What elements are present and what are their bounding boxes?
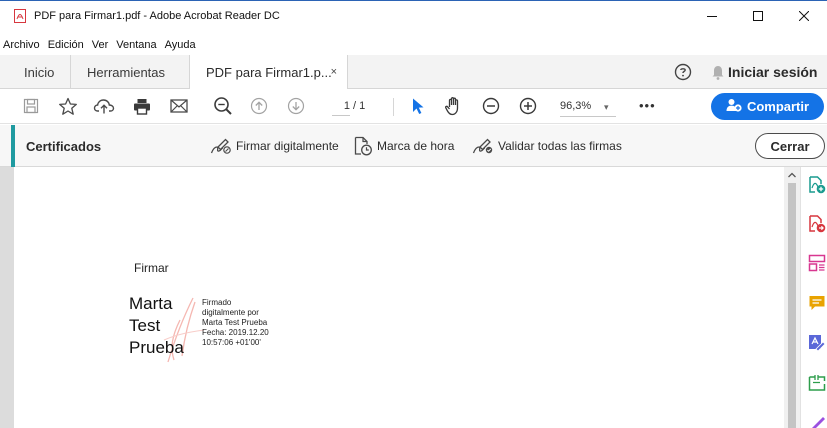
scroll-up-icon[interactable]: [784, 169, 800, 181]
export-pdf-icon[interactable]: [808, 215, 827, 233]
organize-pages-icon[interactable]: [808, 254, 827, 272]
signer-name-line-3: Prueba: [129, 338, 184, 357]
minimize-icon[interactable]: [689, 1, 735, 31]
validate-all-label: Validar todas las firmas: [498, 139, 622, 153]
tab-close-icon[interactable]: ×: [331, 66, 337, 78]
compress-icon[interactable]: [808, 374, 827, 392]
validate-all-button[interactable]: Validar todas las firmas: [472, 125, 622, 167]
validate-signatures-icon: [472, 137, 494, 155]
sign-digitally-label: Firmar digitalmente: [236, 139, 339, 153]
add-user-icon: [726, 98, 742, 115]
email-icon[interactable]: [168, 95, 190, 117]
main-toolbar: 1 / 1 96,3% ▾ ••• Compartir: [0, 89, 827, 124]
timestamp-icon: [353, 136, 373, 156]
tab-divider: [70, 55, 71, 89]
tab-bar: Inicio Herramientas PDF para Firmar1.p..…: [0, 55, 827, 90]
acrobat-app-icon: [14, 9, 26, 23]
menu-ver[interactable]: Ver: [92, 39, 109, 51]
search-zoom-icon[interactable]: [212, 95, 234, 117]
signin-button[interactable]: Iniciar sesión: [728, 55, 817, 89]
hand-icon[interactable]: [443, 95, 465, 117]
save-icon[interactable]: [20, 95, 42, 117]
window-title: PDF para Firmar1.pdf - Adobe Acrobat Rea…: [34, 10, 280, 22]
signature-detail-line: digitalmente por: [202, 308, 259, 317]
menu-edicion[interactable]: Edición: [48, 39, 84, 51]
upload-icon[interactable]: [93, 95, 115, 117]
page-up-icon[interactable]: [248, 95, 270, 117]
vertical-scrollbar[interactable]: [784, 167, 800, 428]
print-icon[interactable]: [131, 95, 153, 117]
tab-document-label: PDF para Firmar1.p...: [206, 65, 332, 80]
timestamp-label: Marca de hora: [377, 139, 455, 153]
toolbar-divider: [393, 98, 394, 116]
scroll-thumb[interactable]: [788, 183, 796, 428]
signature-detail-line: Firmado: [202, 298, 232, 307]
signature-detail-line: Fecha: 2019.12.20: [202, 328, 269, 337]
sign-pen-icon: [210, 137, 232, 155]
close-icon[interactable]: [781, 1, 827, 31]
chevron-down-icon[interactable]: ▾: [604, 97, 609, 117]
right-tools-pane: [800, 167, 827, 428]
help-icon[interactable]: [674, 63, 692, 86]
window-controls: [689, 1, 827, 31]
page-number-input[interactable]: 1: [332, 98, 350, 116]
comment-icon[interactable]: [808, 294, 827, 312]
more-tools-icon[interactable]: •••: [639, 98, 656, 113]
star-icon[interactable]: [57, 95, 79, 117]
menu-ventana[interactable]: Ventana: [116, 39, 156, 51]
certificates-title: Certificados: [26, 138, 102, 154]
certificates-bar: Certificados Firmar digitalmente Marca d…: [0, 125, 827, 167]
maximize-icon[interactable]: [735, 1, 781, 31]
timestamp-button[interactable]: Marca de hora: [353, 125, 454, 167]
share-label: Compartir: [746, 99, 810, 114]
page-total: / 1: [353, 100, 366, 112]
menu-bar: Archivo Edición Ver Ventana Ayuda: [0, 36, 204, 54]
zoom-in-icon[interactable]: [517, 95, 539, 117]
edit-pdf-icon[interactable]: [808, 334, 827, 352]
bell-icon[interactable]: [711, 63, 725, 86]
share-button[interactable]: Compartir: [711, 93, 824, 120]
signer-name-line-1: Marta: [129, 294, 173, 313]
tab-tools[interactable]: Herramientas: [87, 55, 165, 89]
tab-document[interactable]: PDF para Firmar1.p... ×: [189, 55, 348, 90]
page-down-icon[interactable]: [285, 95, 307, 117]
signature-detail-line: 10:57:06 +01'00': [202, 338, 261, 347]
signature-field-heading: Firmar: [134, 261, 169, 275]
menu-ayuda[interactable]: Ayuda: [165, 39, 196, 51]
close-tool-button[interactable]: Cerrar: [755, 133, 825, 159]
zoom-out-icon[interactable]: [480, 95, 502, 117]
certificates-accent: [11, 125, 15, 167]
sign-digitally-button[interactable]: Firmar digitalmente: [210, 125, 339, 167]
tab-home[interactable]: Inicio: [24, 55, 54, 89]
signature-detail-line: Marta Test Prueba: [202, 318, 268, 327]
menu-archivo[interactable]: Archivo: [3, 39, 40, 51]
create-pdf-icon[interactable]: [808, 176, 827, 194]
title-bar: PDF para Firmar1.pdf - Adobe Acrobat Rea…: [0, 0, 827, 31]
document-viewport: [0, 167, 827, 428]
signer-name-line-2: Test: [129, 316, 161, 335]
fill-sign-icon[interactable]: [808, 413, 827, 428]
select-arrow-icon[interactable]: [407, 95, 429, 117]
